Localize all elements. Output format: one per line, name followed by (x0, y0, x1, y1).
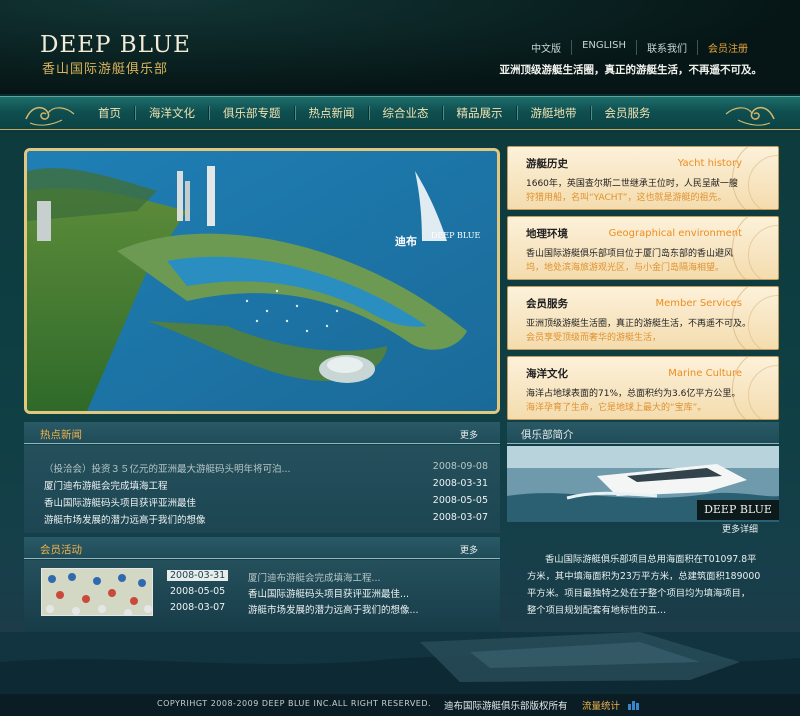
news-text[interactable]: （投洽会）投资３５亿元的亚洲最大游艇码头明年将可泊... (44, 461, 291, 475)
card-line: 狩猎用船，名叫“YACHT”，这也就是游艇的祖先。 (526, 193, 727, 203)
traffic-stats-link[interactable]: 流量统计 (582, 698, 620, 712)
news-title: 热点新闻 (40, 429, 82, 441)
card-title-en: Marine Culture (668, 368, 742, 379)
card-title-en: Member Services (655, 298, 742, 309)
ornament-right-icon (718, 99, 778, 129)
footer: COPYRIHGT 2008-2009 DEEP BLUE INC.ALL RI… (0, 694, 800, 716)
link-english[interactable]: ENGLISH (571, 40, 636, 55)
intro-line: 香山国际游艇俱乐部项目总用海面积在T01097.8平 (545, 554, 757, 565)
footer-owner: 迪布国际游艇俱乐部版权所有 (444, 701, 568, 712)
top-links: 中文版 ENGLISH 联系我们 会员注册 (521, 40, 758, 55)
card-line: 亚洲顶级游艇生活圈，真正的游艇生活，不再遥不可及。 (526, 319, 752, 329)
link-member-register[interactable]: 会员注册 (697, 40, 758, 55)
news-header: 热点新闻 更多 (24, 422, 500, 444)
list-item[interactable]: 厦门迪布游艇会完成填海工程 2008-03-31 (44, 478, 488, 494)
list-item[interactable]: （投洽会）投资３５亿元的亚洲最大游艇码头明年将可泊... 2008-09-08 (44, 461, 488, 477)
list-item[interactable]: 2008-05-05 香山国际游艇码头项目获评亚洲最佳... (170, 586, 490, 602)
activity-text[interactable]: 游艇市场发展的潜力远高于我们的想像... (248, 602, 419, 616)
card-title-cn: 地理环境 (526, 228, 568, 240)
nav-member-services[interactable]: 会员服务 (592, 97, 664, 129)
nav-club-topics[interactable]: 俱乐部专题 (210, 97, 294, 129)
hero-brand-en: DEEP BLUE (431, 231, 481, 240)
activities-title: 会员活动 (40, 544, 82, 556)
card-title-cn: 海洋文化 (526, 368, 568, 380)
news-date: 2008-05-05 (432, 495, 488, 506)
nav-items: 首页 海洋文化 俱乐部专题 热点新闻 综合业态 精品展示 游艇地带 会员服务 (85, 97, 664, 129)
card-geography[interactable]: 地理环境 Geographical environment 香山国际游艇俱乐部项… (507, 216, 779, 280)
nav-hot-news[interactable]: 热点新闻 (296, 97, 368, 129)
activities-list: 2008-03-31 厦门迪布游艇会完成填海工程... 2008-05-05 香… (24, 560, 500, 632)
info-cards: 游艇历史 Yacht history 1660年，英国查尔斯二世继承王位时，人民… (507, 146, 779, 426)
logo-text-cn[interactable]: 香山国际游艇俱乐部 (42, 58, 168, 77)
news-text[interactable]: 香山国际游艇码头项目获评亚洲最佳 (44, 495, 196, 509)
list-item[interactable]: 香山国际游艇码头项目获评亚洲最佳 2008-05-05 (44, 495, 488, 511)
nav-ocean-culture[interactable]: 海洋文化 (136, 97, 208, 129)
slogan: 亚洲顶级游艇生活圈，真正的游艇生活，不再遥不可及。 (499, 64, 763, 76)
intro-text: 香山国际游艇俱乐部项目总用海面积在T01097.8平 方米，其中填海面积为23万… (527, 551, 767, 619)
marina-aerial-image (27, 151, 497, 411)
yacht-background-image (0, 632, 800, 694)
activity-date: 2008-03-31 (167, 570, 229, 581)
card-member-services[interactable]: 会员服务 Member Services 亚洲顶级游艇生活圈，真正的游艇生活，不… (507, 286, 779, 350)
nav-business[interactable]: 综合业态 (370, 97, 442, 129)
intro-header: 俱乐部简介 (507, 422, 779, 444)
card-title-en: Geographical environment (608, 228, 742, 239)
activity-text[interactable]: 厦门迪布游艇会完成填海工程... (248, 570, 381, 584)
news-date: 2008-03-31 (432, 478, 488, 489)
card-line: 会员享受顶级而奢华的游艇生活， (526, 333, 662, 343)
stats-chart-icon[interactable] (628, 700, 640, 710)
logo-text-en[interactable]: DEEP BLUE (40, 32, 191, 58)
list-item[interactable]: 游艇市场发展的潜力远高于我们的想像 2008-03-07 (44, 512, 488, 528)
card-line: 海洋孕育了生命，它是地球上最大的“宝库”。 (526, 403, 707, 413)
news-text[interactable]: 游艇市场发展的潜力远高于我们的想像 (44, 512, 206, 526)
activity-date: 2008-05-05 (170, 586, 226, 597)
card-line: 海洋占地球表面的71%，总面积约为3.6亿平方公里。 (526, 389, 741, 399)
activity-text[interactable]: 香山国际游艇码头项目获评亚洲最佳... (248, 586, 409, 600)
card-title-en: Yacht history (677, 158, 742, 169)
card-yacht-history[interactable]: 游艇历史 Yacht history 1660年，英国查尔斯二世继承王位时，人民… (507, 146, 779, 210)
nav-showcase[interactable]: 精品展示 (444, 97, 516, 129)
news-list: （投洽会）投资３５亿元的亚洲最大游艇码头明年将可泊... 2008-09-08 … (24, 445, 500, 533)
nav-yacht-zone[interactable]: 游艇地带 (518, 97, 590, 129)
activities-more-link[interactable]: 更多 (460, 543, 478, 556)
card-marine-culture[interactable]: 海洋文化 Marine Culture 海洋占地球表面的71%，总面积约为3.6… (507, 356, 779, 420)
intro-title: 俱乐部简介 (521, 429, 574, 441)
list-item[interactable]: 2008-03-31 厦门迪布游艇会完成填海工程... (167, 570, 490, 586)
activities-header: 会员活动 更多 (24, 537, 500, 559)
activity-photo[interactable] (41, 568, 153, 616)
card-title-cn: 游艇历史 (526, 158, 568, 170)
intro-line: 整个项目规划配套有地标性的五... (527, 605, 667, 616)
card-line: 坞，地处滨海旅游观光区，与小金门岛隔海相望。 (526, 263, 725, 273)
card-title-cn: 会员服务 (526, 298, 568, 310)
card-line: 1660年，英国查尔斯二世继承王位时，人民呈献一艘 (526, 179, 738, 189)
intro-brand-tag: DEEP BLUE (697, 500, 779, 520)
nav-home[interactable]: 首页 (85, 97, 134, 129)
card-line: 香山国际游艇俱乐部项目位于厦门岛东部的香山避风 (526, 249, 734, 259)
link-contact[interactable]: 联系我们 (636, 40, 697, 55)
main-nav: 首页 海洋文化 俱乐部专题 热点新闻 综合业态 精品展示 游艇地带 会员服务 (0, 96, 800, 130)
intro-line: 平方米。项目最独特之处在于整个项目均为填海项目， (527, 588, 751, 599)
news-text[interactable]: 厦门迪布游艇会完成填海工程 (44, 478, 168, 492)
news-date: 2008-03-07 (432, 512, 488, 523)
intro-more-link[interactable]: 更多详细 (722, 522, 758, 535)
news-more-link[interactable]: 更多 (460, 428, 478, 441)
hero-brand-cn: 迪布 (395, 235, 417, 248)
intro-line: 方米，其中填海面积为23万平方米，总建筑面积189000 (527, 571, 761, 582)
hero-banner[interactable]: 迪布 DEEP BLUE (24, 148, 500, 414)
link-chinese[interactable]: 中文版 (521, 40, 571, 55)
activity-date: 2008-03-07 (170, 602, 226, 613)
copyright-text: COPYRIHGT 2008-2009 DEEP BLUE INC.ALL RI… (157, 699, 432, 708)
header: DEEP BLUE 香山国际游艇俱乐部 中文版 ENGLISH 联系我们 会员注… (0, 0, 800, 94)
ornament-left-icon (22, 99, 82, 129)
list-item[interactable]: 2008-03-07 游艇市场发展的潜力远高于我们的想像... (170, 602, 490, 618)
news-date: 2008-09-08 (432, 461, 488, 472)
